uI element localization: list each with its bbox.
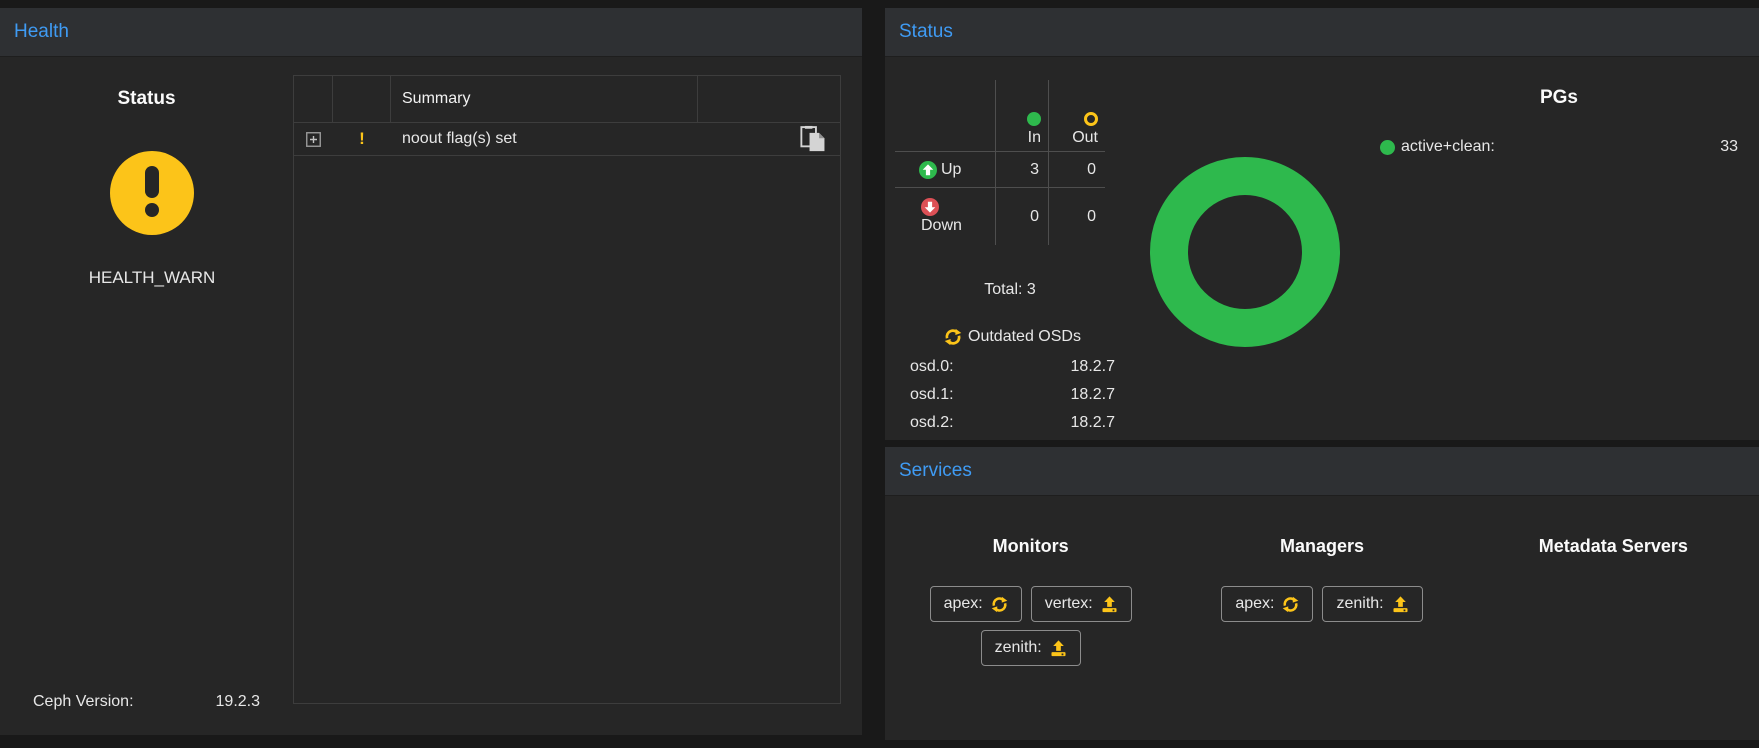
osd-up-label: Up (941, 161, 961, 179)
manager-zenith-label: zenith: (1336, 595, 1383, 613)
osd-name: osd.1: (910, 386, 954, 404)
down-circle-icon (921, 198, 939, 216)
refresh-icon (991, 596, 1008, 613)
summary-action-column-header (698, 76, 840, 122)
status-panel: Status In Out Up (885, 8, 1759, 440)
managers-column: Managers apex: zenith: (1176, 536, 1467, 666)
osd-in-column-header: In (996, 80, 1049, 151)
ceph-version-label: Ceph Version: (33, 693, 134, 711)
osd-out-column-header: Out (1049, 80, 1105, 151)
outdated-osd-row: osd.2: 18.2.7 (910, 409, 1115, 437)
manager-apex-label: apex: (1235, 595, 1274, 613)
ceph-version-row: Ceph Version: 19.2.3 (33, 693, 260, 711)
osd-name: osd.2: (910, 414, 954, 432)
refresh-icon (1282, 596, 1299, 613)
managers-title: Managers (1280, 536, 1364, 557)
osd-in-label: In (1028, 129, 1041, 147)
in-green-dot-icon (1027, 112, 1041, 126)
osd-version: 18.2.7 (1071, 414, 1115, 432)
summary-column-header: Summary (391, 76, 698, 122)
summary-expand-column-header (294, 76, 333, 122)
row-warning-icon: ! (333, 129, 391, 149)
osd-status-table: In Out Up 3 0 (895, 80, 1105, 245)
osd-down-row-header: Down (895, 187, 996, 245)
up-circle-icon (919, 161, 937, 179)
monitors-column: Monitors apex: vertex: (885, 536, 1176, 666)
osd-down-out-value: 0 (1049, 187, 1105, 245)
upload-icon (1050, 640, 1067, 657)
outdated-osd-row: osd.1: 18.2.7 (910, 381, 1115, 409)
out-yellow-ring-icon (1084, 112, 1098, 126)
monitor-apex-button[interactable]: apex: (930, 586, 1022, 622)
osd-up-row-header: Up (895, 151, 996, 187)
outdated-osd-row: osd.0: 18.2.7 (910, 353, 1115, 381)
warning-exclamation-dot (145, 203, 159, 217)
status-panel-header: Status (885, 8, 1759, 57)
outdated-osds-block: Outdated OSDs osd.0: 18.2.7 osd.1: 18.2.… (910, 328, 1115, 437)
summary-row-text: noout flag(s) set (391, 130, 698, 148)
health-panel-body: Status HEALTH_WARN Ceph Version: 19.2.3 … (0, 57, 862, 735)
health-panel: Health Status HEALTH_WARN Ceph Version: … (0, 8, 862, 735)
services-panel-header: Services (885, 447, 1759, 496)
health-status-value: HEALTH_WARN (0, 268, 304, 288)
outdated-osds-title: Outdated OSDs (968, 328, 1081, 346)
upload-icon (1101, 596, 1118, 613)
osd-name: osd.0: (910, 358, 954, 376)
pgs-legend-label: active+clean: (1401, 138, 1495, 156)
monitor-zenith-label: zenith: (995, 639, 1042, 657)
monitor-apex-label: apex: (944, 595, 983, 613)
health-warning-icon (110, 151, 194, 235)
services-panel-title: Services (899, 460, 972, 482)
metadata-servers-column: Metadata Servers (1468, 536, 1759, 666)
osd-table-corner-cell (895, 80, 996, 151)
copy-icon[interactable] (799, 125, 828, 156)
ceph-version-value: 19.2.3 (216, 693, 260, 711)
osd-up-in-value: 3 (996, 151, 1049, 187)
monitor-zenith-button[interactable]: zenith: (981, 630, 1081, 666)
osd-version: 18.2.7 (1071, 386, 1115, 404)
health-summary-table: Summary ! noout flag(s) set (293, 75, 841, 704)
health-status-heading: Status (0, 88, 293, 110)
ceph-dashboard: Health Status HEALTH_WARN Ceph Version: … (0, 0, 1759, 748)
pgs-legend-row: active+clean: 33 (1380, 138, 1738, 156)
monitor-vertex-button[interactable]: vertex: (1031, 586, 1132, 622)
row-expand-icon[interactable] (306, 132, 321, 147)
summary-table-header: Summary (294, 76, 840, 123)
active-clean-dot-icon (1380, 140, 1395, 155)
status-panel-body: In Out Up 3 0 (885, 57, 1759, 440)
pgs-legend-value: 33 (1720, 138, 1738, 156)
monitors-title: Monitors (993, 536, 1069, 557)
upload-icon (1392, 596, 1409, 613)
status-panel-title: Status (899, 21, 953, 43)
warning-exclamation-bar (145, 166, 159, 198)
pgs-donut-chart (1150, 157, 1340, 347)
summary-table-row[interactable]: ! noout flag(s) set (294, 123, 840, 156)
monitor-vertex-label: vertex: (1045, 595, 1093, 613)
health-panel-header: Health (0, 8, 862, 57)
services-panel-body: Monitors apex: vertex: (885, 496, 1759, 740)
pgs-title: PGs (1380, 87, 1738, 109)
refresh-icon (944, 328, 962, 346)
manager-apex-button[interactable]: apex: (1221, 586, 1313, 622)
osd-out-label: Out (1072, 129, 1098, 147)
osd-total-label: Total: 3 (895, 281, 1125, 299)
services-panel: Services Monitors apex: (885, 447, 1759, 740)
osd-down-in-value: 0 (996, 187, 1049, 245)
health-panel-title: Health (14, 21, 69, 43)
osd-up-out-value: 0 (1049, 151, 1105, 187)
metadata-servers-title: Metadata Servers (1539, 536, 1688, 557)
osd-version: 18.2.7 (1071, 358, 1115, 376)
manager-zenith-button[interactable]: zenith: (1322, 586, 1422, 622)
summary-severity-column-header (333, 76, 391, 122)
osd-down-label: Down (921, 217, 962, 235)
